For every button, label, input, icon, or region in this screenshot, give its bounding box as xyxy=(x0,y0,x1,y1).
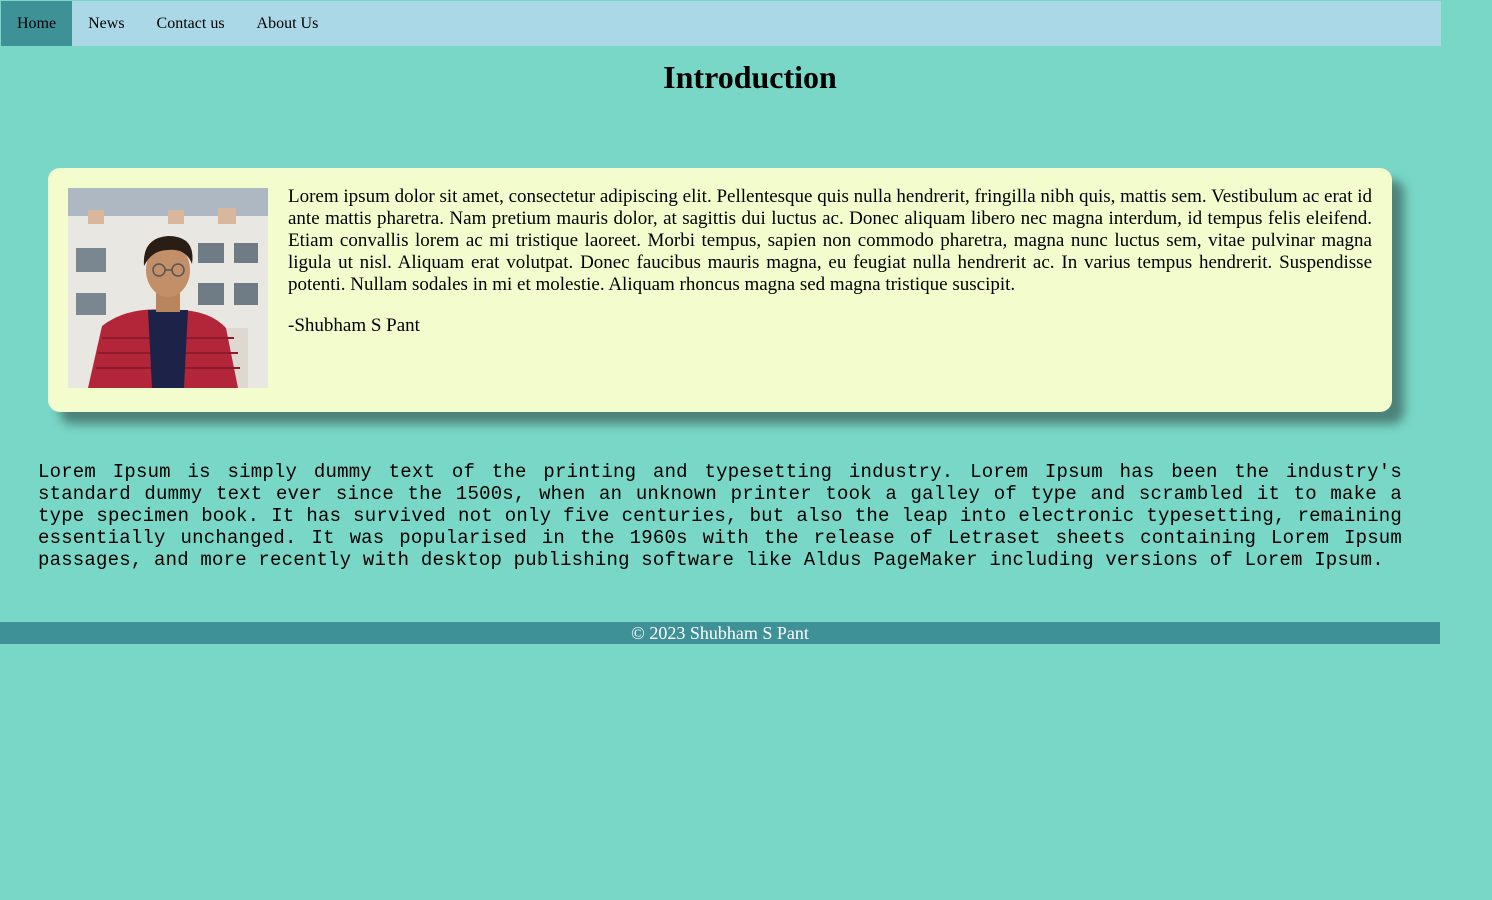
nav-item-news[interactable]: News xyxy=(72,1,140,46)
footer: © 2023 Shubham S Pant xyxy=(0,622,1440,644)
top-navbar: Home News Contact us About Us xyxy=(1,1,1441,46)
author-signature: -Shubham S Pant xyxy=(288,315,420,336)
portrait-illustration xyxy=(68,188,268,388)
nav-item-home[interactable]: Home xyxy=(1,1,73,46)
portrait-photo xyxy=(68,188,268,388)
page-title: Introduction xyxy=(663,59,837,95)
footer-copyright: © 2023 Shubham S Pant xyxy=(631,623,809,643)
intro-card: Lorem ipsum dolor sit amet, consectetur … xyxy=(48,168,1392,412)
monospace-paragraph: Lorem Ipsum is simply dummy text of the … xyxy=(38,461,1402,571)
nav-item-about-us[interactable]: About Us xyxy=(241,1,335,46)
intro-paragraph: Lorem ipsum dolor sit amet, consectetur … xyxy=(288,186,1373,295)
nav-item-contact-us[interactable]: Contact us xyxy=(141,1,241,46)
